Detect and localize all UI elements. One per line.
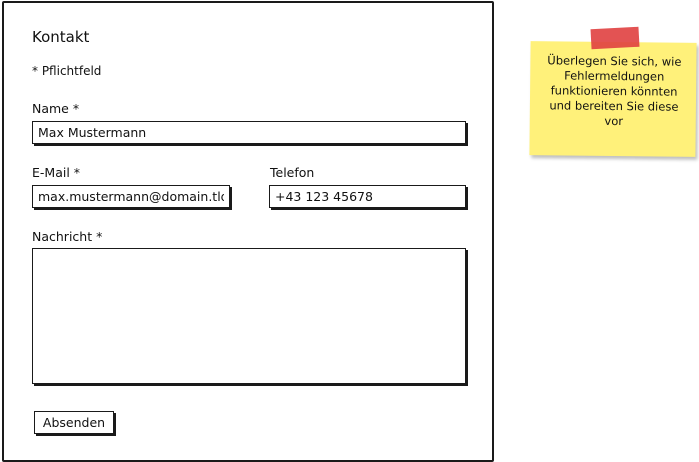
name-label: Name * [32,101,80,116]
email-input[interactable] [32,185,230,208]
sticky-note: Überlegen Sie sich, wie Fehlermeldungen … [529,41,697,157]
email-label: E-Mail * [32,165,81,180]
message-label: Nachricht * [32,229,103,244]
phone-input[interactable] [269,185,466,208]
message-textarea[interactable] [32,248,466,384]
sticky-note-text: Überlegen Sie sich, wie Fehlermeldungen … [547,53,682,129]
contact-form-panel: Kontakt * Pflichtfeld Name * E-Mail * Te… [2,1,494,462]
form-title: Kontakt [32,28,90,46]
submit-button[interactable]: Absenden [34,411,114,434]
name-input[interactable] [32,121,466,144]
sticky-note-tape [590,26,640,50]
phone-label: Telefon [270,165,315,180]
required-field-note: * Pflichtfeld [32,64,102,78]
